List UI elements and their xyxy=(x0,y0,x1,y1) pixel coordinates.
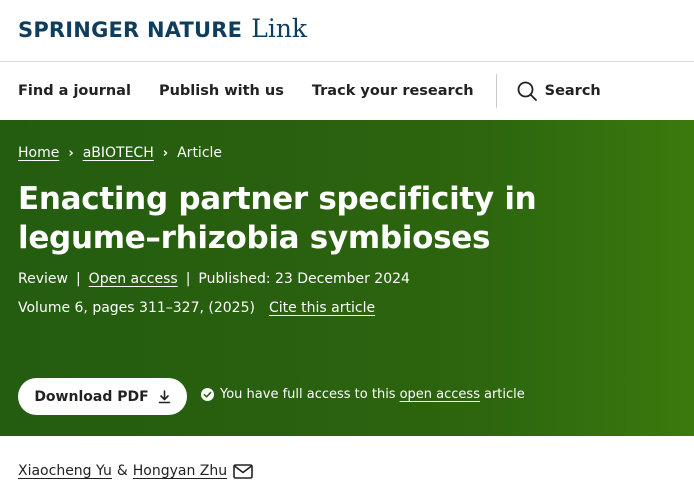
breadcrumb: Home › aBIOTECH › Article xyxy=(18,145,222,161)
article-citation-line: Volume 6, pages 311–327, (2025) Cite thi… xyxy=(18,300,375,316)
nav-publish-with-us[interactable]: Publish with us xyxy=(159,83,284,99)
download-pdf-label: Download PDF xyxy=(34,388,149,405)
search-label: Search xyxy=(544,83,601,99)
volume-info: Volume 6, pages 311–327, (2025) xyxy=(18,300,255,316)
logo-brand-text: SPRINGER NATURE xyxy=(18,18,243,42)
open-access-link[interactable]: Open access xyxy=(89,271,178,287)
search-icon xyxy=(517,81,537,101)
nav-find-journal[interactable]: Find a journal xyxy=(18,83,131,99)
search-button[interactable]: Search xyxy=(517,81,601,101)
springer-nature-link-logo[interactable]: SPRINGER NATURE Link xyxy=(18,14,307,43)
cite-this-article-link[interactable]: Cite this article xyxy=(269,300,375,316)
meta-separator: | xyxy=(75,271,81,287)
breadcrumb-home[interactable]: Home xyxy=(18,145,59,161)
access-note-prefix: You have full access to this xyxy=(220,387,396,402)
author-link-xiaocheng-yu[interactable]: Xiaocheng Yu xyxy=(18,463,112,479)
author-list: Xiaocheng Yu & Hongyan Zhu xyxy=(18,463,253,479)
article-hero: Home › aBIOTECH › Article Enacting partn… xyxy=(0,120,694,436)
article-meta: Review | Open access | Published: 23 Dec… xyxy=(18,271,410,287)
article-type: Review xyxy=(18,271,68,287)
author-link-hongyan-zhu[interactable]: Hongyan Zhu xyxy=(133,463,227,479)
breadcrumb-journal[interactable]: aBIOTECH xyxy=(83,145,154,161)
nav-track-research[interactable]: Track your research xyxy=(312,83,474,99)
access-note-open-access-link[interactable]: open access xyxy=(400,387,480,402)
meta-separator: | xyxy=(185,271,191,287)
article-title: Enacting partner specificity in legume–r… xyxy=(18,181,537,256)
mail-icon[interactable] xyxy=(233,463,253,479)
site-header: SPRINGER NATURE Link xyxy=(0,0,694,62)
chevron-right-icon: › xyxy=(68,145,74,161)
breadcrumb-current: Article xyxy=(177,145,223,161)
download-icon xyxy=(158,389,170,403)
access-note-suffix: article xyxy=(483,387,525,402)
check-circle-icon xyxy=(201,388,214,401)
download-pdf-button[interactable]: Download PDF xyxy=(18,378,187,415)
logo-link-text: Link xyxy=(251,14,308,43)
nav-divider xyxy=(495,74,497,108)
author-separator: & xyxy=(116,463,128,479)
published-date: Published: 23 December 2024 xyxy=(198,271,410,287)
chevron-right-icon: › xyxy=(162,145,169,161)
main-nav: Find a journal Publish with us Track you… xyxy=(0,62,694,120)
access-note: You have full access to this open access… xyxy=(201,387,525,402)
